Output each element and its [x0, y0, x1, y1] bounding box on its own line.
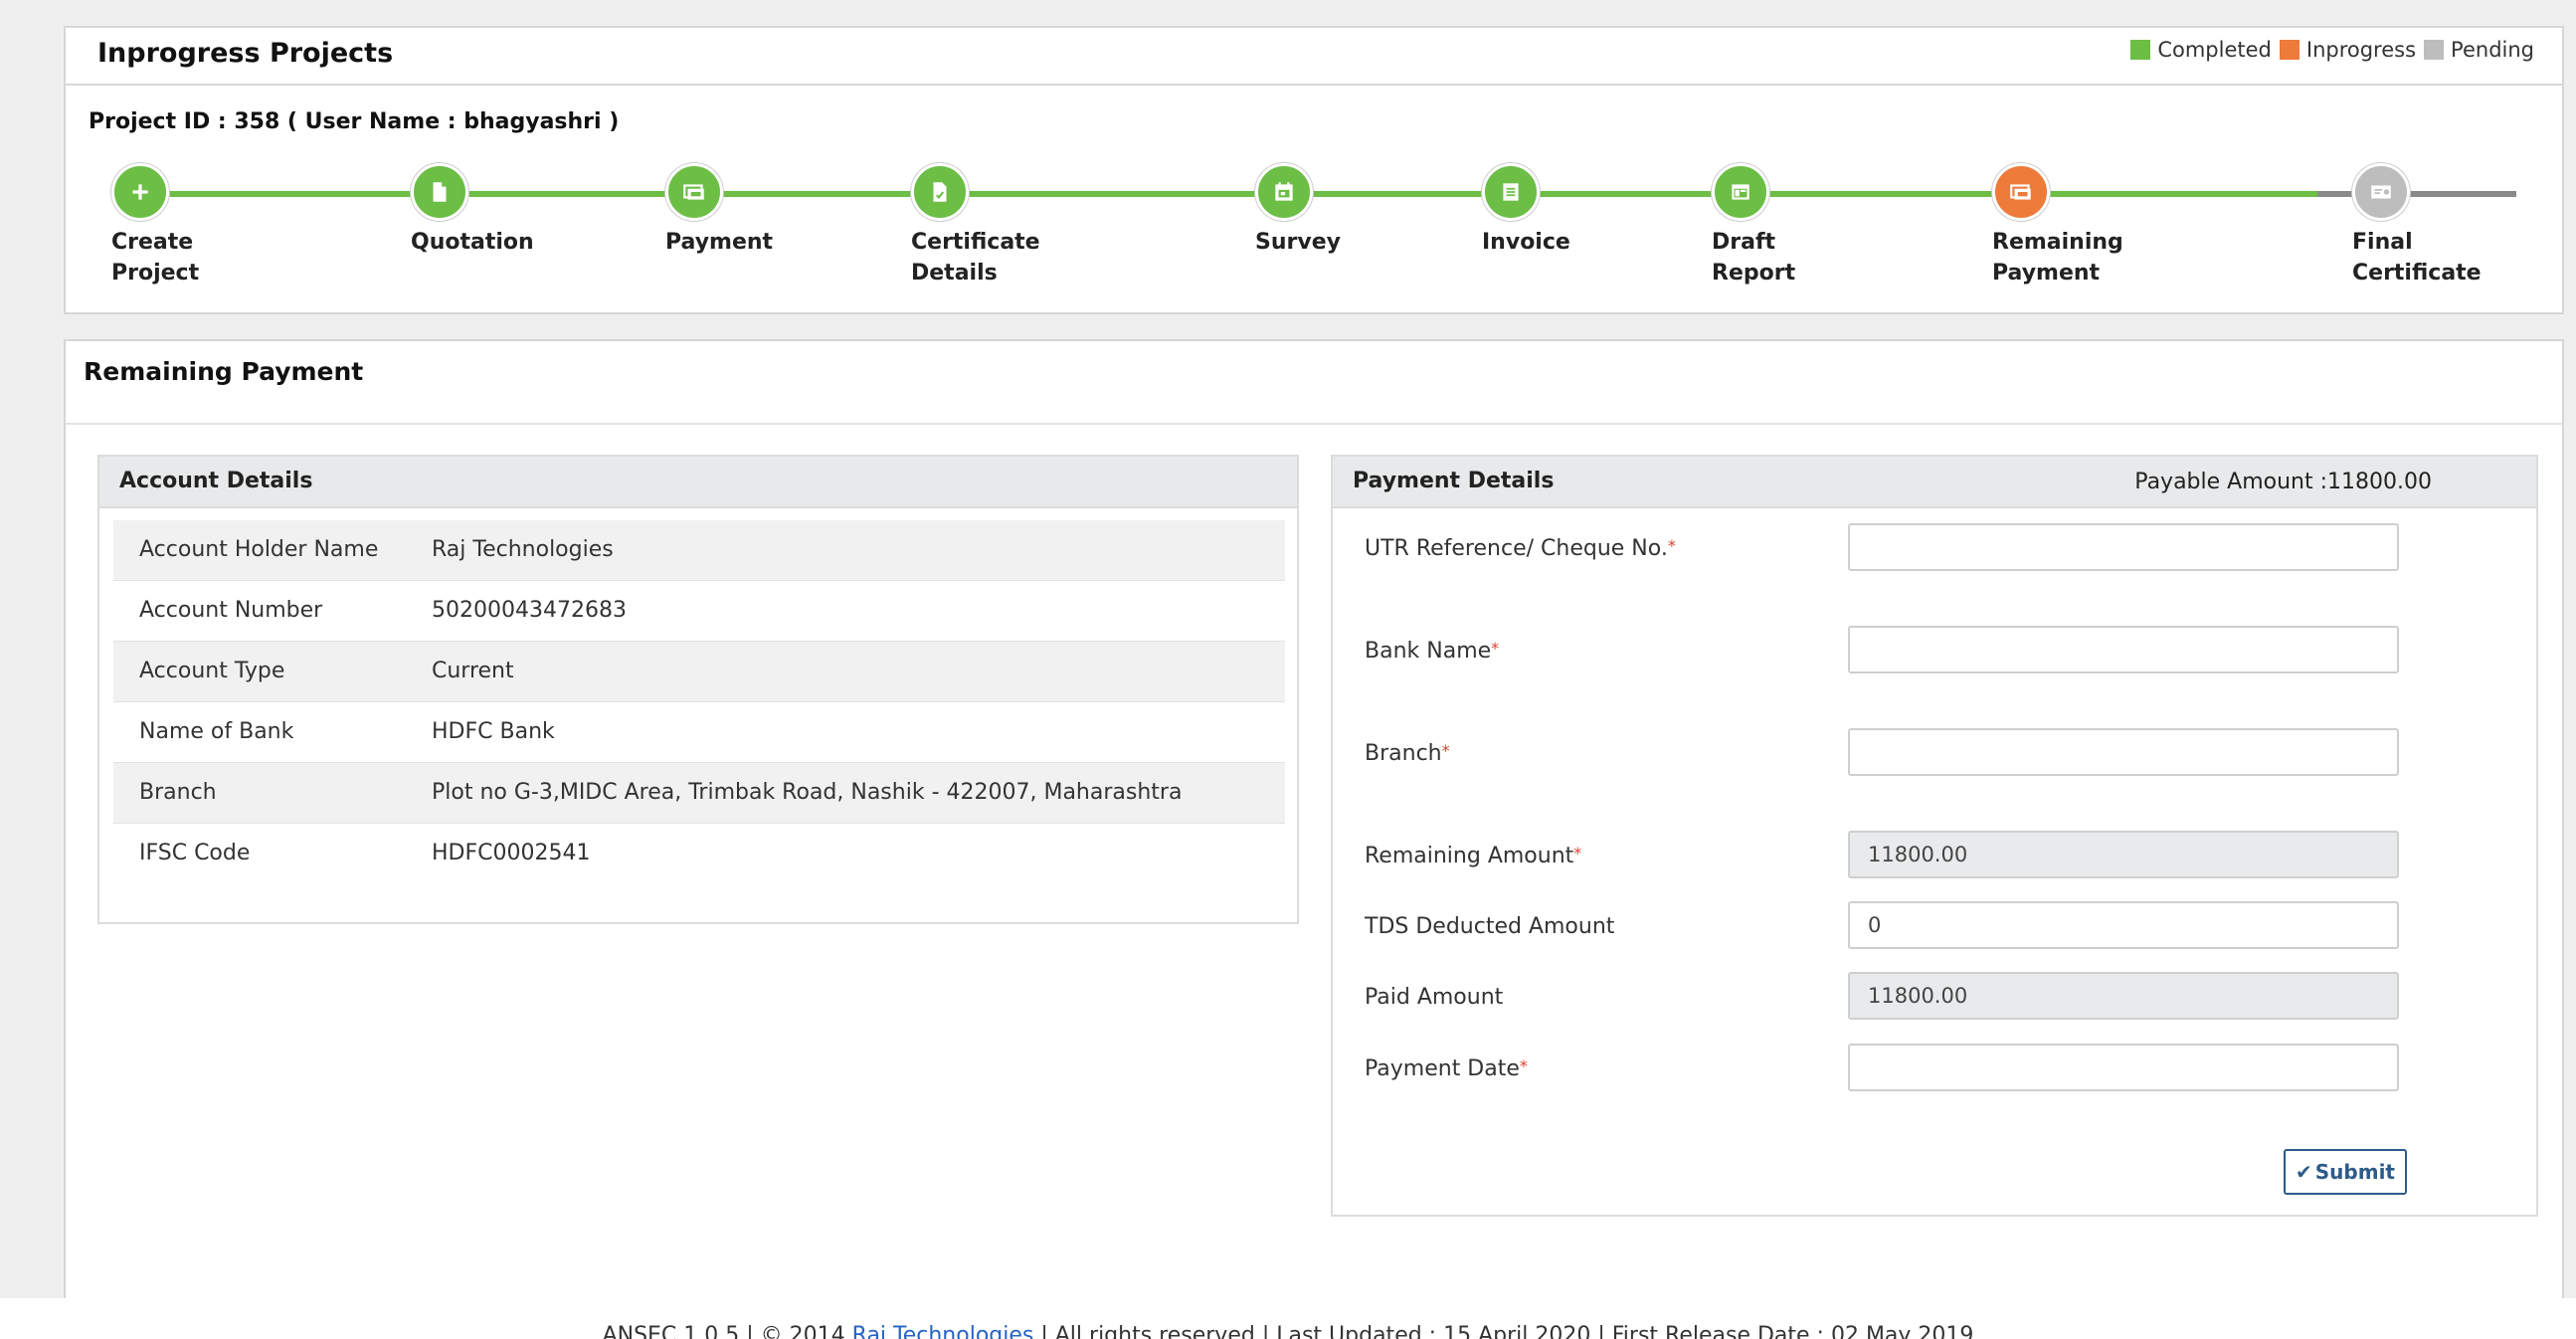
step-invoice[interactable]: Invoice: [1482, 163, 1570, 255]
checkmark-icon: ✔: [2296, 1160, 2312, 1184]
submit-button[interactable]: ✔ Submit: [2284, 1149, 2407, 1195]
payment-details-title: Payment Details: [1353, 469, 1555, 493]
table-row: Account Type Current: [113, 642, 1285, 702]
list-icon: [1482, 163, 1540, 221]
row-key: Account Type: [139, 659, 285, 683]
table-row: IFSC Code HDFC0002541: [113, 824, 1285, 884]
step-payment[interactable]: Payment: [665, 163, 773, 255]
payment-details-header: Payment Details Payable Amount :11800.00: [1333, 457, 2536, 508]
legend-completed-swatch: [2130, 40, 2151, 60]
payment-date-input[interactable]: [1848, 1044, 2399, 1091]
payable-amount: Payable Amount :11800.00: [2134, 470, 2432, 494]
progress-header: Inprogress Projects Completed Inprogress…: [66, 28, 2562, 86]
account-details-header: Account Details: [99, 457, 1297, 508]
table-row: Name of Bank HDFC Bank: [113, 702, 1285, 763]
step-survey[interactable]: Survey: [1255, 163, 1341, 255]
table-row: Branch Plot no G-3,MIDC Area, Trimbak Ro…: [113, 763, 1285, 824]
account-details-box: Account Details Account Holder Name Raj …: [97, 455, 1299, 924]
payment-details-box: Payment Details Payable Amount :11800.00…: [1331, 455, 2538, 1217]
table-icon: [1712, 163, 1769, 221]
footer-suffix: | All rights reserved | Last Updated : 1…: [1033, 1323, 1974, 1339]
step-certificate-details[interactable]: Certificate Details: [911, 163, 1040, 286]
section-title: Remaining Payment: [84, 357, 364, 386]
calendar-icon: [1255, 163, 1313, 221]
payment-date-label: Payment Date*: [1365, 1056, 1528, 1081]
footer-prefix: ANSEC 1.0.5 | © 2014: [602, 1323, 852, 1339]
remaining-payment-panel: Remaining Payment Account Details Accoun…: [64, 339, 2564, 1334]
step-quotation[interactable]: Quotation: [411, 163, 534, 255]
legend-inprogress: Inprogress: [2279, 38, 2417, 62]
row-value: Raj Technologies: [432, 537, 614, 562]
step-final-certificate[interactable]: Final Certificate: [2352, 163, 2482, 286]
legend-pending-label: Pending: [2451, 38, 2534, 62]
row-key: Branch: [139, 780, 217, 805]
row-key: Name of Bank: [139, 719, 294, 744]
remaining-amount-label: Remaining Amount*: [1365, 844, 1582, 868]
branch-input[interactable]: [1848, 728, 2399, 776]
row-value: Current: [432, 659, 514, 683]
footer: ANSEC 1.0.5 | © 2014 Raj Technologies | …: [0, 1323, 2576, 1339]
legend-inprogress-swatch: [2279, 40, 2300, 60]
footer-company-link[interactable]: Raj Technologies: [852, 1323, 1034, 1339]
row-value: 50200043472683: [432, 598, 627, 623]
legend-completed: Completed: [2130, 38, 2272, 62]
bank-name-label: Bank Name*: [1365, 639, 1500, 664]
branch-label: Branch*: [1365, 741, 1450, 766]
section-header: Remaining Payment: [66, 341, 2562, 425]
step-label: Invoice: [1482, 230, 1570, 255]
plus-icon: [111, 163, 169, 221]
progress-track-pending: [2317, 191, 2516, 197]
row-value: Plot no G-3,MIDC Area, Trimbak Road, Nas…: [432, 780, 1183, 805]
row-key: Account Holder Name: [139, 537, 379, 562]
step-label: Certificate Details: [911, 230, 1040, 286]
step-label: Remaining Payment: [1992, 230, 2123, 286]
bank-name-input[interactable]: [1848, 626, 2399, 673]
table-row: Account Number 50200043472683: [113, 581, 1285, 642]
step-draft-report[interactable]: Draft Report: [1712, 163, 1795, 286]
account-details-table: Account Holder Name Raj Technologies Acc…: [113, 520, 1285, 884]
step-remaining-payment[interactable]: Remaining Payment: [1992, 163, 2123, 286]
step-label: Survey: [1255, 230, 1341, 255]
legend-pending: Pending: [2424, 38, 2534, 62]
table-row: Account Holder Name Raj Technologies: [113, 520, 1285, 581]
project-progress-panel: Inprogress Projects Completed Inprogress…: [64, 26, 2564, 314]
utr-reference-input[interactable]: [1848, 523, 2399, 571]
legend-pending-swatch: [2424, 40, 2445, 60]
paid-amount-input[interactable]: [1848, 972, 2399, 1020]
row-key: IFSC Code: [139, 841, 251, 865]
step-label: Draft Report: [1712, 230, 1796, 286]
step-label: Payment: [665, 230, 774, 255]
document-icon: [411, 163, 468, 221]
status-legend: Completed Inprogress Pending: [2122, 38, 2534, 62]
step-label: Create Project: [111, 230, 200, 286]
tds-deducted-label: TDS Deducted Amount: [1365, 914, 1615, 939]
tds-deducted-input[interactable]: [1848, 901, 2399, 949]
legend-inprogress-label: Inprogress: [2305, 38, 2417, 62]
page-title: Inprogress Projects: [97, 38, 394, 69]
project-info: Project ID : 358 ( User Name : bhagyashr…: [89, 109, 620, 134]
step-create-project[interactable]: Create Project: [111, 163, 199, 286]
row-value: HDFC0002541: [432, 841, 591, 865]
paid-amount-label: Paid Amount: [1365, 985, 1504, 1010]
utr-label: UTR Reference/ Cheque No.*: [1365, 536, 1676, 561]
document-edit-icon: [911, 163, 969, 221]
certificate-icon: [2352, 163, 2410, 221]
money-icon: [1992, 163, 2050, 221]
step-label: Quotation: [411, 230, 534, 255]
legend-completed-label: Completed: [2157, 38, 2272, 62]
remaining-amount-input[interactable]: [1848, 831, 2399, 878]
money-icon: [665, 163, 723, 221]
row-key: Account Number: [139, 598, 323, 623]
row-value: HDFC Bank: [432, 719, 555, 744]
step-label: Final Certificate: [2352, 230, 2482, 286]
account-details-title: Account Details: [119, 469, 313, 493]
submit-label: Submit: [2314, 1160, 2395, 1184]
